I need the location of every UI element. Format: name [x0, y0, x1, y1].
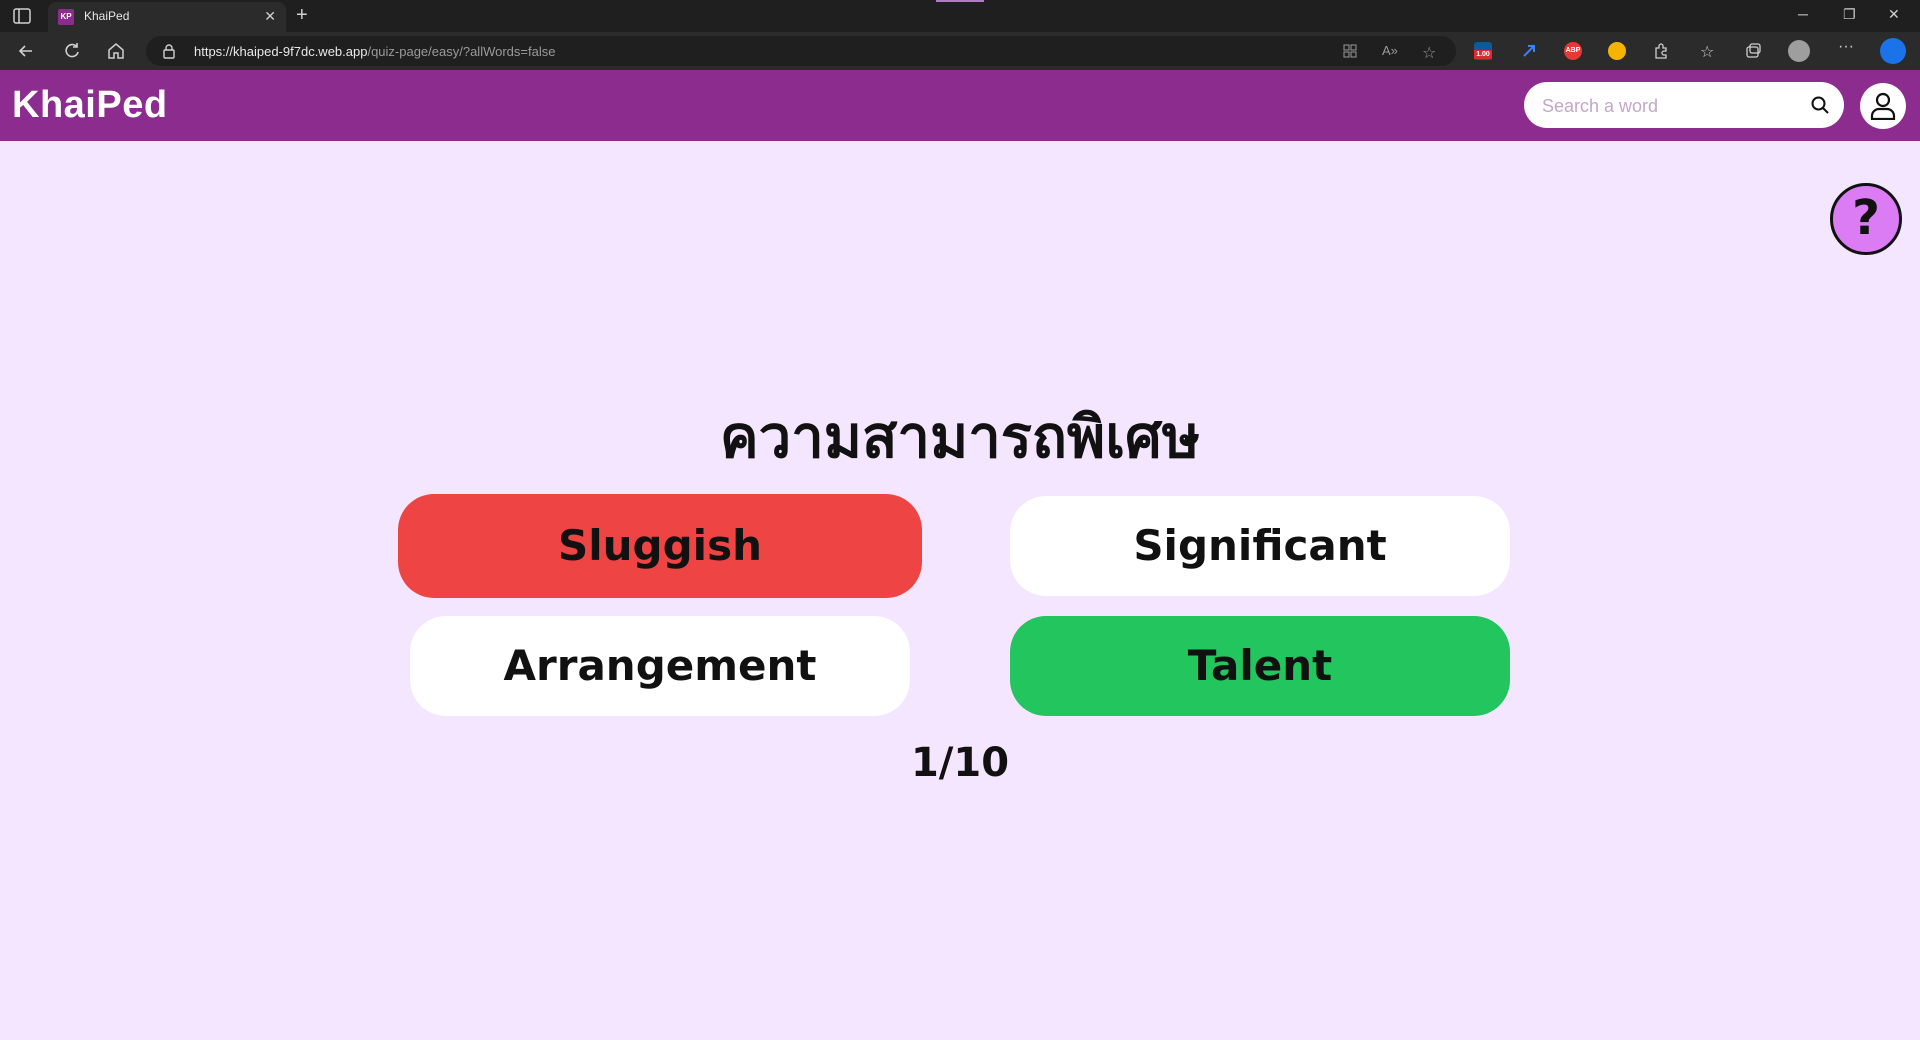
home-icon[interactable] — [106, 41, 126, 61]
user-profile-button[interactable] — [1860, 83, 1906, 129]
extension-badge: 1.00 — [1474, 50, 1492, 59]
tab-actions-icon[interactable] — [12, 7, 32, 25]
extension-coin-icon[interactable] — [1608, 42, 1626, 60]
khaiped-logo[interactable]: KhaiPed — [12, 84, 168, 127]
restore-icon[interactable]: ❐ — [1843, 6, 1856, 23]
help-button[interactable]: ? — [1830, 183, 1902, 255]
tab-close-icon[interactable]: ✕ — [264, 8, 276, 25]
url-path: /quiz-page/easy/?allWords=false — [367, 44, 556, 59]
browser-tab-bar: KP KhaiPed ✕ + ─ ❐ ✕ — [0, 0, 1920, 32]
favorite-star-icon[interactable]: ☆ — [1422, 43, 1438, 62]
search-box — [1524, 82, 1844, 128]
close-window-icon[interactable]: ✕ — [1888, 6, 1900, 23]
quiz-question: ความสามารถพิเศษ — [719, 403, 1201, 471]
quiz-progress: 1/10 — [910, 740, 1010, 786]
answer-option-2[interactable]: Significant — [1010, 496, 1510, 596]
minimize-icon[interactable]: ─ — [1798, 6, 1808, 22]
more-options-icon[interactable]: ··· — [1838, 38, 1856, 56]
read-aloud-icon[interactable]: A» — [1382, 43, 1398, 59]
browser-toolbar: https://khaiped-9f7dc.web.app/quiz-page/… — [0, 32, 1920, 70]
copilot-icon[interactable] — [1880, 38, 1906, 64]
search-input[interactable] — [1540, 92, 1794, 120]
app-available-icon[interactable] — [1342, 43, 1358, 59]
answer-option-3[interactable]: Arrangement — [410, 616, 910, 716]
tab-title: KhaiPed — [84, 9, 130, 23]
khaiped-favicon: KP — [58, 9, 74, 25]
user-icon — [1870, 92, 1896, 120]
adblock-icon[interactable]: ABP — [1564, 42, 1582, 60]
refresh-icon[interactable] — [62, 41, 82, 61]
search-icon[interactable] — [1810, 95, 1830, 115]
extensions-puzzle-icon[interactable] — [1652, 42, 1670, 60]
url-host: https://khaiped-9f7dc.web.app — [194, 44, 368, 59]
back-icon[interactable] — [16, 41, 36, 61]
new-tab-icon[interactable]: + — [296, 4, 308, 27]
extension-counter-icon[interactable]: 1.00 — [1474, 42, 1492, 60]
answer-option-1[interactable]: Sluggish — [398, 494, 922, 598]
answer-option-4[interactable]: Talent — [1010, 616, 1510, 716]
app-header: KhaiPed — [0, 70, 1920, 141]
collections-icon[interactable] — [1744, 42, 1762, 60]
browser-profile-avatar[interactable] — [1788, 40, 1810, 62]
url-text[interactable]: https://khaiped-9f7dc.web.app/quiz-page/… — [194, 44, 555, 59]
window-accent-line — [936, 0, 984, 2]
lock-icon[interactable] — [162, 43, 176, 59]
browser-tab[interactable]: KP KhaiPed ✕ — [48, 2, 286, 32]
address-bar[interactable]: https://khaiped-9f7dc.web.app/quiz-page/… — [146, 36, 1456, 66]
extension-arrow-icon[interactable] — [1520, 42, 1538, 60]
favorites-icon[interactable]: ☆ — [1700, 42, 1718, 61]
